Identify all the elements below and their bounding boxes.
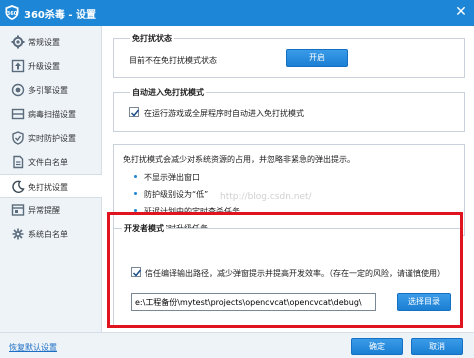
sidebar-item-general[interactable]: 常规设置 xyxy=(0,30,101,54)
sidebar-item-label: 多引擎设置 xyxy=(28,86,68,95)
sidebar-item-realtime-protection[interactable]: 实时防护设置 xyxy=(0,126,101,150)
dnd-description-intro: 免打扰模式会减少对系统资源的占用，并忽略非紧急的弹出提示。 xyxy=(123,155,355,164)
svg-text:360: 360 xyxy=(7,11,18,17)
enable-dnd-button[interactable]: 开启 xyxy=(286,49,348,67)
restore-defaults-link[interactable]: 恢复默认设置 xyxy=(9,342,57,353)
cancel-button[interactable]: 取消 xyxy=(411,338,463,355)
window-title: 360杀毒 - 设置 xyxy=(24,10,96,21)
ok-button[interactable]: 确定 xyxy=(351,338,403,355)
bullet-dot xyxy=(134,175,137,178)
360-shield-logo-icon: 360 xyxy=(4,4,20,21)
dnd-status-title: 免打扰状态 xyxy=(130,33,174,44)
shield-icon xyxy=(11,131,25,145)
system-icon xyxy=(11,227,25,241)
footer-bar: 恢复默认设置 确定 取消 xyxy=(0,332,474,358)
auto-dnd-group: 自动进入免打扰模式 在运行游戏或全屏程序时自动进入免打扰模式 xyxy=(113,87,465,132)
dnd-status-text: 目前不在免打扰模式状态 xyxy=(129,56,217,65)
dnd-bullet-1: 不显示弹出窗口 xyxy=(144,173,200,182)
scan-icon xyxy=(11,107,25,121)
sidebar-item-do-not-disturb[interactable]: 免打扰设置 xyxy=(0,174,102,198)
sidebar-item-multi-engine[interactable]: 多引擎设置 xyxy=(0,78,101,102)
engine-icon xyxy=(11,83,25,97)
alert-icon xyxy=(11,203,25,217)
dnd-status-group: 免打扰状态 目前不在免打扰模式状态 开启 xyxy=(113,33,465,78)
dnd-bullet-2: 防护级别设为“低” xyxy=(144,190,209,199)
sidebar-item-label: 文件白名单 xyxy=(28,158,68,167)
sidebar-item-label: 升级设置 xyxy=(28,62,60,71)
sidebar-item-label: 常规设置 xyxy=(28,38,60,47)
auto-dnd-checkbox[interactable] xyxy=(129,107,140,117)
sidebar-item-system-whitelist[interactable]: 系统白名单 xyxy=(0,222,101,246)
sidebar-item-label: 免打扰设置 xyxy=(28,183,68,192)
moon-icon xyxy=(11,180,25,194)
settings-sidebar: 常规设置 升级设置 多引擎设置 病毒扫描设置 实时防护设置 文件白名单 免打扰设… xyxy=(0,26,102,332)
blog-watermark: http://blog.csdn.net/ xyxy=(220,192,312,202)
auto-dnd-title: 自动进入免打扰模式 xyxy=(130,87,206,98)
sidebar-item-file-whitelist[interactable]: 文件白名单 xyxy=(0,150,101,174)
gear-icon xyxy=(11,35,25,49)
sidebar-item-upgrade[interactable]: 升级设置 xyxy=(0,54,101,78)
sidebar-item-label: 病毒扫描设置 xyxy=(28,110,76,119)
upgrade-icon xyxy=(11,59,25,73)
auto-dnd-label: 在运行游戏或全屏程序时自动进入免打扰模式 xyxy=(144,109,304,118)
sidebar-item-label: 异常提醒 xyxy=(28,206,60,215)
sidebar-item-label: 系统白名单 xyxy=(28,230,68,239)
close-window-button[interactable]: ✕ xyxy=(452,3,470,21)
bullet-dot xyxy=(134,192,137,195)
sidebar-item-exception-alert[interactable]: 异常提醒 xyxy=(0,198,101,222)
sidebar-item-virus-scan[interactable]: 病毒扫描设置 xyxy=(0,102,101,126)
file-icon xyxy=(11,155,25,169)
developer-mode-highlight-box xyxy=(107,212,463,328)
title-bar: 360 360杀毒 - 设置 ✕ xyxy=(0,0,474,26)
sidebar-item-label: 实时防护设置 xyxy=(28,134,76,143)
